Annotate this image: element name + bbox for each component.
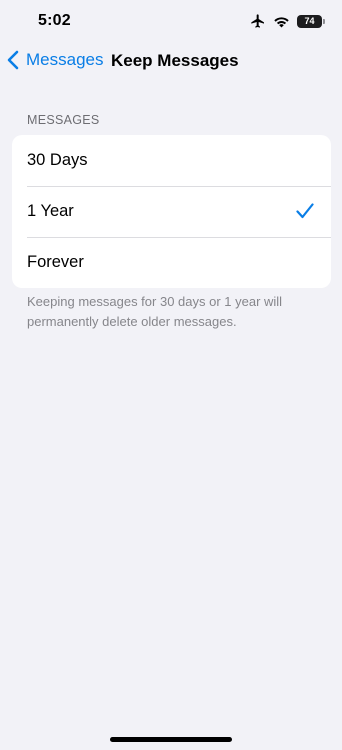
battery-level: 74 — [304, 15, 315, 26]
airplane-icon — [250, 13, 266, 29]
status-icons: 74 — [250, 13, 325, 29]
footer-note: Keeping messages for 30 days or 1 year w… — [27, 294, 283, 329]
checkmark-icon — [296, 203, 314, 224]
wifi-icon — [273, 15, 290, 28]
settings-screen: 5:02 74 Messages Keep Messages MESSAGES … — [0, 0, 342, 750]
option-1-year[interactable]: 1 Year — [12, 186, 331, 237]
back-label: Messages — [26, 50, 104, 69]
battery-icon: 74 — [297, 14, 325, 28]
home-indicator[interactable] — [110, 737, 232, 742]
option-label: 30 Days — [27, 151, 88, 169]
status-bar: 5:02 74 — [0, 0, 342, 44]
page-title: Keep Messages — [111, 51, 239, 70]
chevron-back-icon — [6, 50, 20, 70]
option-label: 1 Year — [27, 202, 74, 220]
option-30-days[interactable]: 30 Days — [12, 135, 331, 186]
option-label: Forever — [27, 253, 84, 271]
back-button[interactable]: Messages — [6, 48, 103, 72]
options-list: 30 Days 1 Year Forever — [12, 135, 331, 288]
status-time: 5:02 — [38, 12, 71, 29]
navigation-bar: Messages Keep Messages — [0, 44, 342, 78]
option-forever[interactable]: Forever — [12, 237, 331, 288]
section-header: MESSAGES — [27, 113, 100, 127]
